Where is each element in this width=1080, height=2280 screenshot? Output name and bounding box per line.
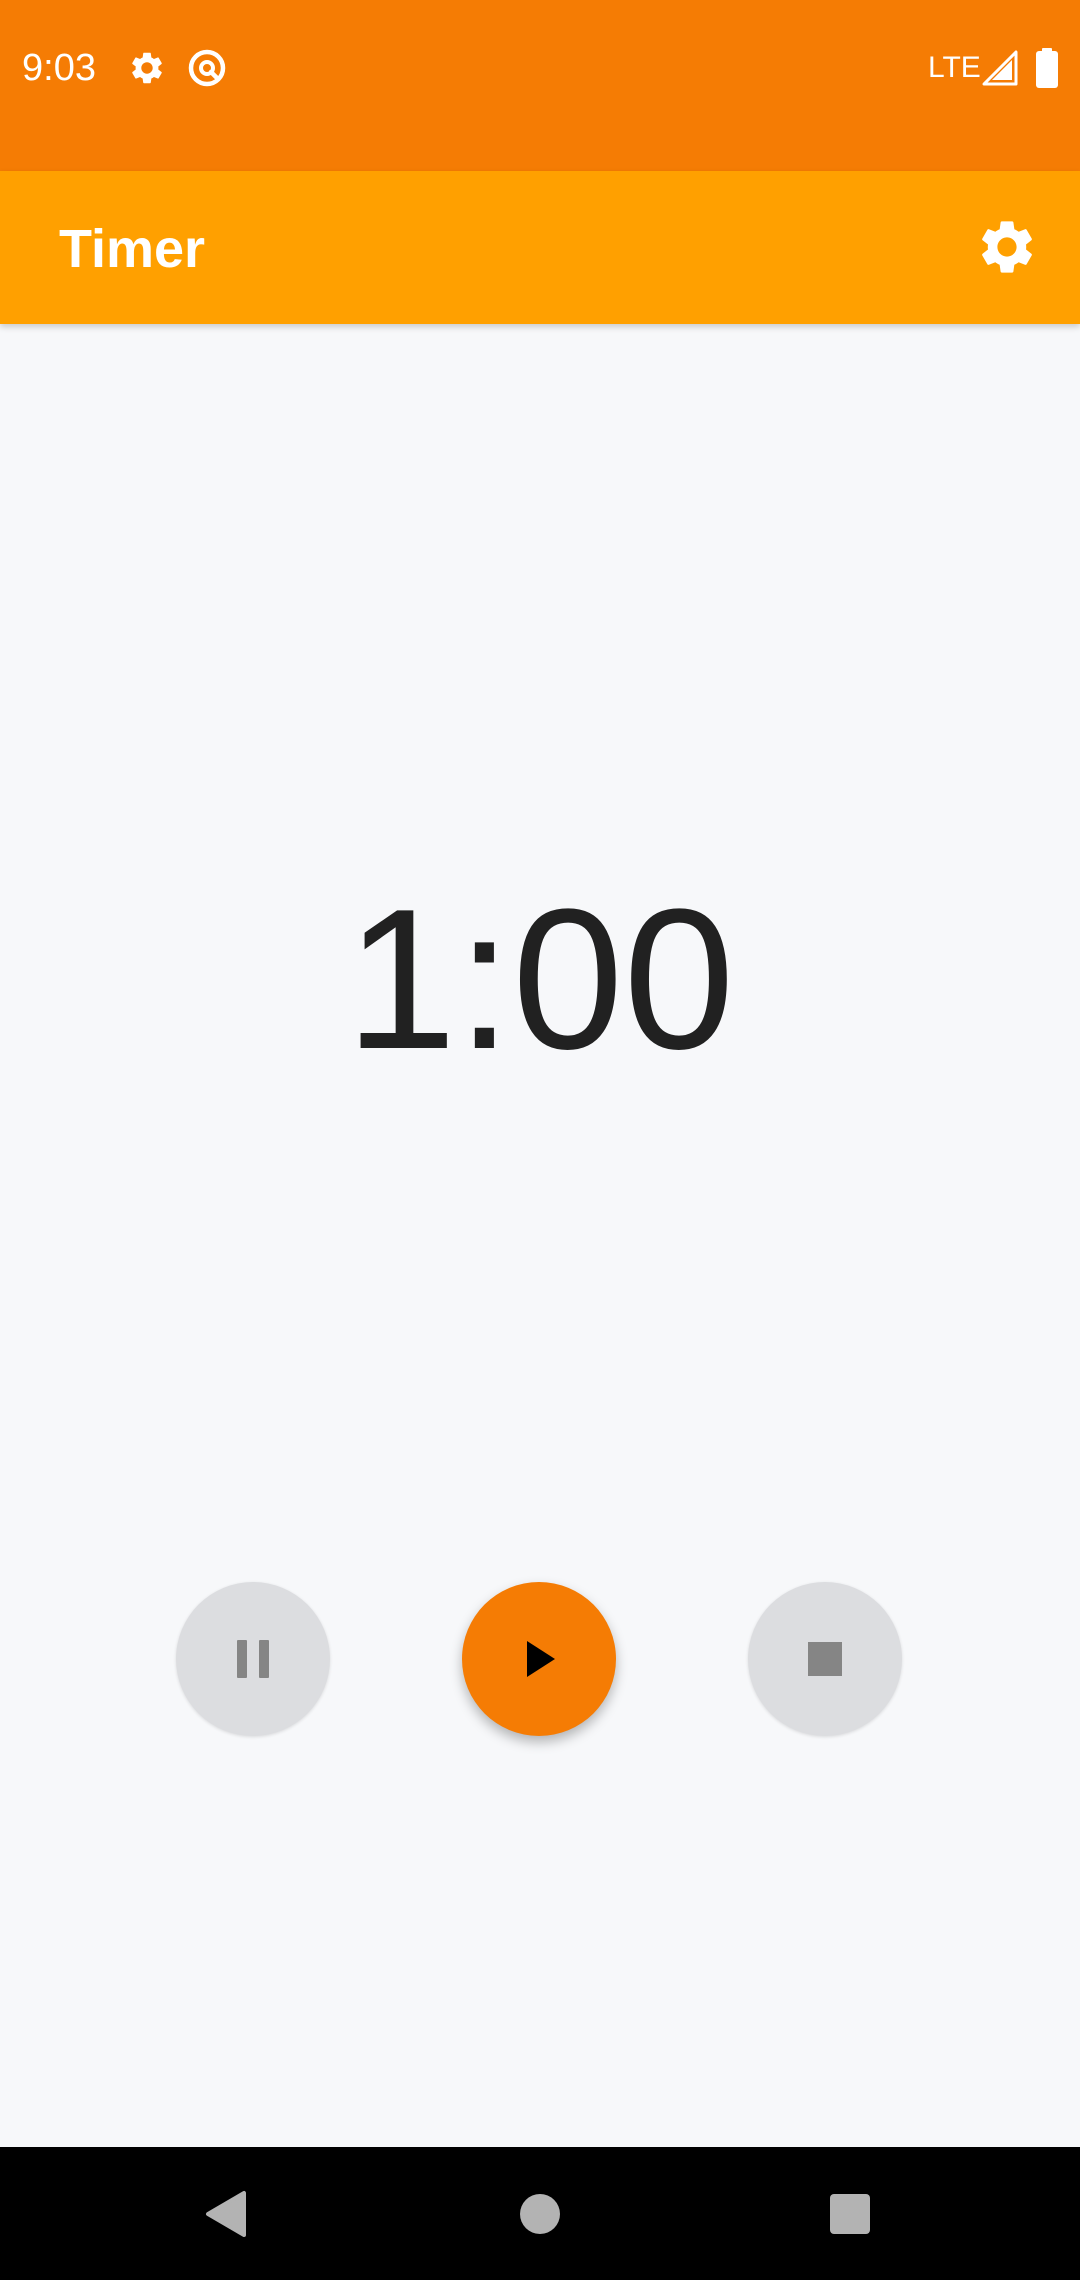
- gear-icon[interactable]: [975, 215, 1039, 279]
- play-button[interactable]: [462, 1582, 616, 1736]
- back-triangle-icon: [206, 2191, 246, 2237]
- navigation-bar: [0, 2147, 1080, 2280]
- signal-icon: [982, 50, 1018, 86]
- app-bar: Timer: [0, 171, 1080, 324]
- timer-display: 1:00: [345, 868, 735, 1091]
- stop-button[interactable]: [748, 1582, 902, 1736]
- stop-icon: [808, 1642, 842, 1676]
- status-time: 9:03: [22, 47, 96, 89]
- status-bar: 9:03 LTE: [0, 0, 1080, 171]
- pause-button[interactable]: [176, 1582, 330, 1736]
- back-button[interactable]: [186, 2174, 266, 2254]
- recents-button[interactable]: [810, 2174, 890, 2254]
- network-type: LTE: [928, 51, 981, 84]
- page-title: Timer: [59, 219, 206, 279]
- home-button[interactable]: [500, 2174, 580, 2254]
- pause-icon: [237, 1640, 269, 1678]
- settings-icon: [132, 52, 162, 84]
- battery-icon: [1036, 48, 1058, 88]
- recents-square-icon: [830, 2194, 870, 2234]
- home-circle-icon: [520, 2194, 560, 2234]
- vpn-at-icon: [188, 49, 226, 87]
- play-icon: [527, 1641, 555, 1677]
